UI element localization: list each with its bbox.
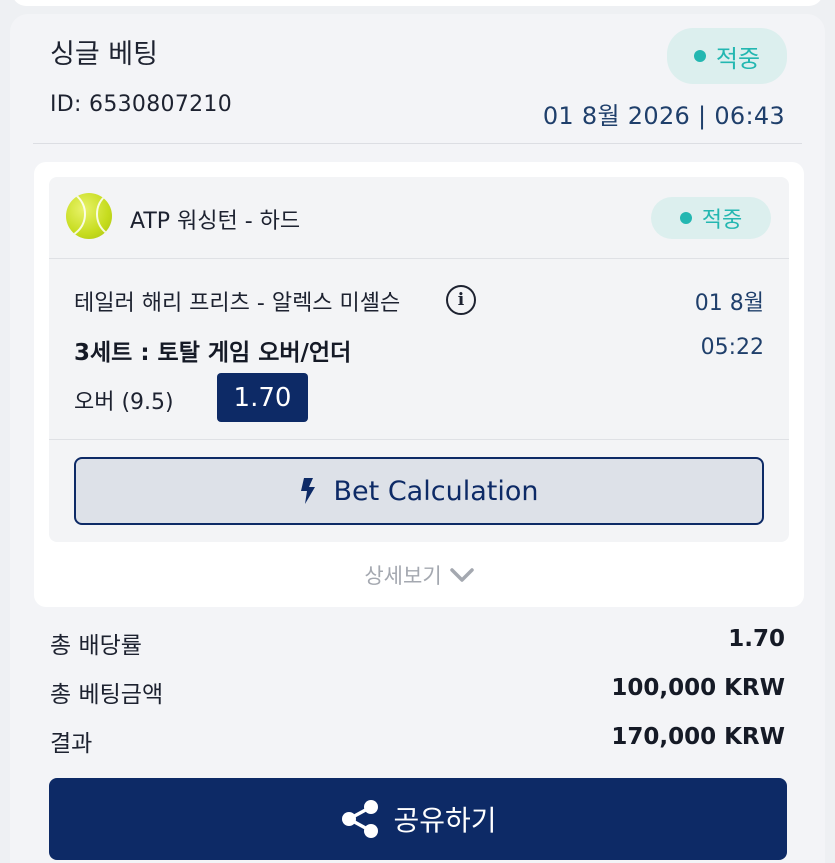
share-button[interactable]: 공유하기 [49,778,787,860]
summary-label: 총 베팅금액 [50,682,164,708]
match-date: 01 8월 [694,291,764,316]
details-toggle[interactable]: 상세보기 [34,560,804,590]
summary-row-total-stake: 총 베팅금액 100,000 KRW [50,675,785,708]
summary-row-result: 결과 170,000 KRW [50,724,785,757]
league-name: ATP 워싱턴 - 하드 [130,209,301,234]
selection-name: 오버 (9.5) [74,390,174,415]
event-status-badge: 적중 [651,197,771,239]
tennis-ball-icon [66,193,112,239]
share-label: 공유하기 [393,804,497,837]
summary-row-total-odds: 총 배당률 1.70 [50,626,785,659]
bet-datetime: 01 8월 2026 | 06:43 [542,102,785,130]
summary-label: 총 배당률 [50,633,142,659]
previous-card-edge [12,0,823,6]
bet-selection-panel: ATP 워싱턴 - 하드 적중 테일러 해리 프리츠 - 알렉스 미셸슨 i 0… [34,162,804,607]
bet-status-label: 적중 [715,44,761,73]
share-icon [342,800,379,838]
header-divider [33,143,802,144]
match-time: 05:22 [700,335,764,360]
chevron-down-icon [449,568,474,582]
lightning-icon [300,478,315,504]
summary-value: 1.70 [728,626,785,652]
status-dot-icon [679,212,692,224]
bet-id: ID: 6530807210 [50,92,233,117]
details-label: 상세보기 [364,564,442,588]
bet-type-title: 싱글 베팅 [50,39,158,70]
bet-calculation-button[interactable]: Bet Calculation [74,457,764,525]
odds-chip: 1.70 [217,373,308,422]
bet-calculation-label: Bet Calculation [333,475,539,507]
event-status-label: 적중 [701,208,743,233]
market-name: 3세트 : 토탈 게임 오버/언더 [74,340,352,366]
bet-card: 싱글 베팅 ID: 6530807210 적중 01 8월 2026 | 06:… [10,14,825,863]
summary-label: 결과 [50,731,93,757]
summary-value: 100,000 KRW [611,675,785,701]
status-dot-icon [693,50,706,62]
match-name: 테일러 해리 프리츠 - 알렉스 미셸슨 [74,291,401,316]
summary-value: 170,000 KRW [611,724,785,750]
event-divider [49,439,789,440]
event-header: ATP 워싱턴 - 하드 적중 [49,177,789,259]
event-box: ATP 워싱턴 - 하드 적중 테일러 해리 프리츠 - 알렉스 미셸슨 i 0… [49,177,789,542]
info-icon[interactable]: i [446,285,476,315]
bet-status-badge: 적중 [667,28,787,84]
